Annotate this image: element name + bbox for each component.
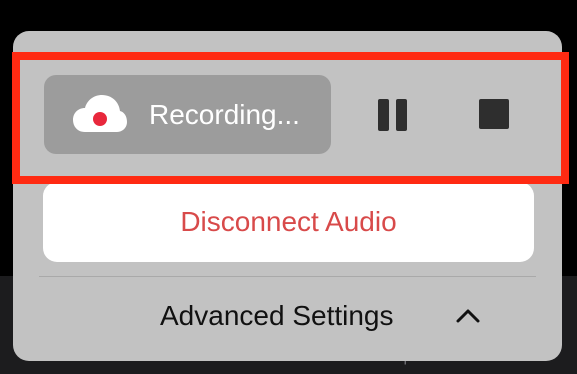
stop-recording-button[interactable] — [479, 99, 509, 129]
disconnect-audio-button[interactable]: Disconnect Audio — [43, 182, 534, 262]
disconnect-audio-label: Disconnect Audio — [180, 206, 397, 237]
advanced-settings-label: Advanced Settings — [160, 300, 394, 331]
divider — [39, 276, 536, 277]
recording-status-pill[interactable]: Recording... — [44, 75, 331, 154]
recording-popup: Recording... Disconnect Audio Advanced S… — [13, 31, 562, 361]
meeting-screen: Mute Start Video Share Content Participa… — [0, 0, 577, 374]
advanced-settings-button[interactable]: Advanced Settings — [13, 283, 562, 349]
cloud-record-icon — [73, 95, 127, 132]
chevron-up-icon — [456, 309, 480, 323]
pause-recording-button[interactable] — [378, 99, 410, 131]
recording-status-label: Recording... — [149, 99, 300, 130]
